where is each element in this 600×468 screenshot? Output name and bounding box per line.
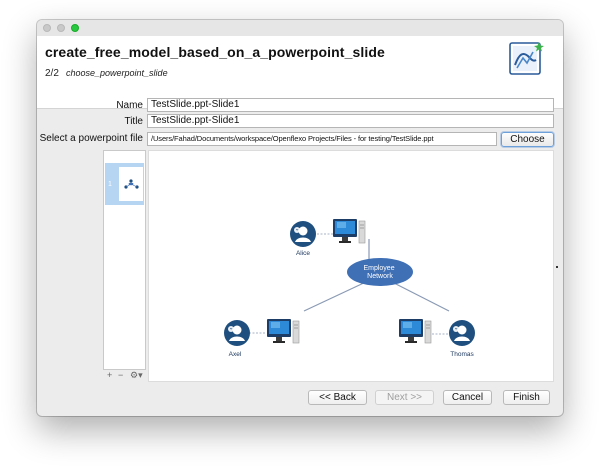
slide-list[interactable]: 1 <box>103 150 146 370</box>
remove-slide-button[interactable]: − <box>118 370 123 380</box>
powerpoint-file-field[interactable]: /Users/Fahad/Documents/workspace/Openfle… <box>147 132 497 146</box>
step-name: choose_powerpoint_slide <box>66 68 168 78</box>
split-handle[interactable] <box>556 266 558 268</box>
zoom-window-button[interactable] <box>71 24 79 32</box>
slide-list-item[interactable]: 1 <box>105 163 144 205</box>
slide-thumbnail <box>119 167 143 201</box>
network-label-text: Employee <box>363 265 394 272</box>
link-line <box>303 280 369 312</box>
slide-preview: Employee Network Alice Axel Thomas <box>148 150 554 382</box>
person-icon <box>223 319 251 347</box>
link-line <box>391 281 450 312</box>
network-label-text: Network <box>367 273 393 280</box>
settings-dropdown-icon[interactable]: ⚙▾ <box>130 370 143 381</box>
minimize-window-button[interactable] <box>57 24 65 32</box>
step-counter: 2/2 <box>45 68 59 79</box>
add-slide-button[interactable]: + <box>107 370 112 380</box>
network-ellipse <box>347 258 413 286</box>
name-label: Name <box>116 100 143 111</box>
person-label-alice: Alice <box>296 250 310 257</box>
person-icon <box>289 220 317 248</box>
name-field[interactable]: TestSlide.ppt-Slide1 <box>147 98 554 112</box>
slide-diagram: Employee Network Alice Axel Thomas <box>223 218 476 358</box>
back-button[interactable]: << Back <box>308 390 367 405</box>
computer-icon <box>266 318 300 344</box>
person-label-axel: Axel <box>229 351 242 358</box>
powerpoint-logo-icon <box>509 42 544 75</box>
title-field[interactable]: TestSlide.ppt-Slide1 <box>147 114 554 128</box>
network-label: Employee Network <box>363 265 396 280</box>
powerpoint-file-label: Select a powerpoint file <box>39 133 143 144</box>
next-button[interactable]: Next >> <box>375 390 434 405</box>
title-label: Title <box>124 116 143 127</box>
cancel-button[interactable]: Cancel <box>443 390 492 405</box>
title-bar <box>37 20 563 36</box>
person-label-thomas: Thomas <box>450 351 474 358</box>
choose-file-button[interactable]: Choose <box>501 132 554 147</box>
computer-icon <box>332 218 366 244</box>
wizard-title: create_free_model_based_on_a_powerpoint_… <box>45 44 385 60</box>
slide-list-toolbar: + − ⚙▾ <box>103 370 146 382</box>
person-icon <box>448 319 476 347</box>
slide-number: 1 <box>108 181 112 188</box>
finish-button[interactable]: Finish <box>503 390 550 405</box>
close-window-button[interactable] <box>43 24 51 32</box>
wizard-window: create_free_model_based_on_a_powerpoint_… <box>37 20 563 416</box>
computer-icon <box>398 318 432 344</box>
